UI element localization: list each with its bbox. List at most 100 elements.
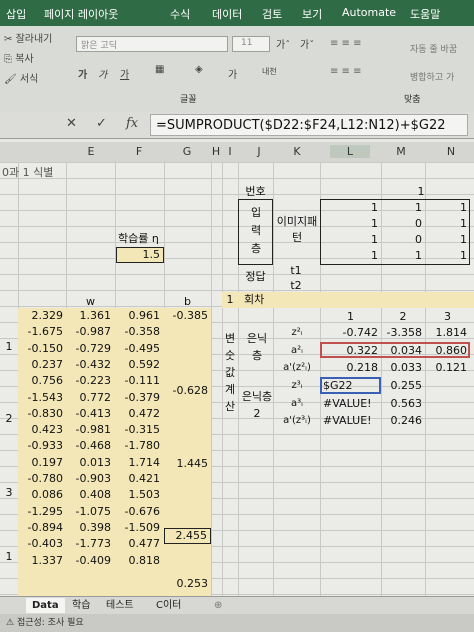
hidden2-value-cell[interactable]: 0.255 xyxy=(381,379,423,393)
w-cell[interactable]: -0.903 xyxy=(66,472,111,486)
tab-help[interactable]: 도움말 xyxy=(410,6,440,22)
b-cell-selected[interactable]: 2.455 xyxy=(164,528,211,544)
tab-formulas[interactable]: 수식 xyxy=(170,6,190,22)
hidden-value-cell[interactable]: -0.742 xyxy=(320,326,378,340)
image-pixel-cell[interactable]: 0 xyxy=(381,233,422,247)
accessibility-status[interactable]: 접근성: 조사 필요 xyxy=(17,618,84,628)
font-color-icon[interactable]: 가 xyxy=(228,66,237,81)
enter-icon[interactable]: ✓ xyxy=(96,116,107,131)
w-cell[interactable]: 0.477 xyxy=(115,537,161,551)
fill-color-icon[interactable]: ◈ xyxy=(195,64,203,75)
w-cell[interactable]: -0.987 xyxy=(66,325,111,339)
w-cell[interactable]: -0.933 xyxy=(18,439,63,453)
col-header-f[interactable]: F xyxy=(128,145,150,158)
w-cell[interactable]: 1.337 xyxy=(18,554,64,568)
tab-insert[interactable]: 삽입 xyxy=(6,6,26,22)
w-cell[interactable]: -0.981 xyxy=(66,423,111,437)
merge-center-button[interactable]: 병합하고 가 xyxy=(410,70,454,83)
tab-data[interactable]: 데이터 xyxy=(212,6,242,22)
image-pixel-cell[interactable]: 1 xyxy=(425,217,467,231)
hidden2-value-cell[interactable]: 0.563 xyxy=(381,397,423,411)
w-cell[interactable]: -1.509 xyxy=(115,521,160,535)
w-cell[interactable]: -0.223 xyxy=(66,374,111,388)
formula-input[interactable]: =SUMPRODUCT($D22:$F24,L12:N12)+$G22 xyxy=(150,114,468,136)
w-cell[interactable]: 0.818 xyxy=(115,554,161,568)
w-cell[interactable]: 0.772 xyxy=(66,391,112,405)
font-size-select[interactable]: 11 xyxy=(232,36,270,52)
col-header-h[interactable]: H xyxy=(209,145,223,158)
sheet-tab-test[interactable]: 테스트 xyxy=(100,598,140,613)
w-cell[interactable]: 0.408 xyxy=(66,488,112,502)
w-cell[interactable]: 0.013 xyxy=(66,456,112,470)
sheet-tab-learn[interactable]: 학습 xyxy=(66,598,96,613)
cut-button[interactable]: ✂ 잘라내기 xyxy=(4,30,52,45)
tab-view[interactable]: 보기 xyxy=(302,6,322,22)
image-pixel-cell[interactable]: 0 xyxy=(381,217,422,231)
w-cell[interactable]: -0.729 xyxy=(66,342,111,356)
tab-page-layout[interactable]: 페이지 레이아웃 xyxy=(44,6,118,22)
w-cell[interactable]: 0.398 xyxy=(66,521,112,535)
w-cell[interactable]: -0.676 xyxy=(115,505,160,519)
align-center-icon[interactable]: ≡ ≡ ≡ xyxy=(330,66,362,77)
col-header-n[interactable]: N xyxy=(440,145,462,158)
align-top-icon[interactable]: ≡ ≡ ≡ xyxy=(330,38,362,49)
hidden-value-cell[interactable]: 0.322 xyxy=(320,344,379,358)
w-cell[interactable]: -0.894 xyxy=(18,521,63,535)
w-cell[interactable]: -1.295 xyxy=(18,505,63,519)
w-cell[interactable]: 0.197 xyxy=(18,456,64,470)
w-cell[interactable]: -0.315 xyxy=(115,423,160,437)
hidden2-value-cell[interactable]: #VALUE! xyxy=(323,397,381,411)
border-icon[interactable]: ▦ xyxy=(155,64,164,75)
w-cell[interactable]: 2.329 xyxy=(18,309,64,323)
b-cell[interactable]: -0.628 xyxy=(164,384,208,398)
image-pixel-cell[interactable]: 1 xyxy=(320,201,378,215)
number-value[interactable]: 1 xyxy=(381,185,461,199)
w-cell[interactable]: -0.830 xyxy=(18,407,63,421)
w-cell[interactable]: -0.150 xyxy=(18,342,63,356)
hidden-value-cell[interactable]: 0.033 xyxy=(381,361,423,375)
image-pixel-cell[interactable]: 1 xyxy=(425,201,467,215)
image-pixel-cell[interactable]: 1 xyxy=(381,201,422,215)
image-pixel-cell[interactable]: 1 xyxy=(320,217,378,231)
w-cell[interactable]: -0.780 xyxy=(18,472,63,486)
b-cell[interactable]: 1.445 xyxy=(164,457,209,471)
hidden-value-cell[interactable]: 0.121 xyxy=(425,361,468,375)
col-header-l[interactable]: L xyxy=(330,145,370,158)
col-header-m[interactable]: M xyxy=(390,145,412,158)
w-cell[interactable]: -0.495 xyxy=(115,342,160,356)
col-header-i[interactable]: I xyxy=(223,145,237,158)
w-cell[interactable]: -1.075 xyxy=(66,505,111,519)
format-painter-button[interactable]: 🖌 서식 xyxy=(4,70,38,85)
w-cell[interactable]: -0.409 xyxy=(66,554,111,568)
image-pixel-cell[interactable]: 1 xyxy=(425,233,467,247)
hidden-value-cell[interactable]: 0.218 xyxy=(320,361,379,375)
tab-review[interactable]: 검토 xyxy=(262,6,282,22)
cancel-icon[interactable]: ✕ xyxy=(66,116,77,131)
b-cell[interactable]: -0.385 xyxy=(164,309,208,323)
hidden-value-cell[interactable]: -3.358 xyxy=(381,326,422,340)
w-cell[interactable]: -1.773 xyxy=(66,537,111,551)
sheet-tab-cdata[interactable]: C이터 xyxy=(150,598,187,613)
tab-automate[interactable]: Automate xyxy=(342,6,396,19)
w-cell[interactable]: -0.468 xyxy=(66,439,111,453)
w-cell[interactable]: 0.423 xyxy=(18,423,64,437)
w-cell[interactable]: 1.503 xyxy=(115,488,161,502)
font-name-select[interactable]: 맑은 고딕 xyxy=(76,36,228,52)
hidden-value-cell[interactable]: 1.814 xyxy=(425,326,468,340)
insert-function-icon[interactable]: fx xyxy=(126,116,138,131)
hidden2-value-cell[interactable]: #VALUE! xyxy=(323,414,381,428)
col-header-e[interactable]: E xyxy=(80,145,102,158)
phonetic-icon[interactable]: 내천 xyxy=(262,66,277,77)
image-pixel-cell[interactable]: 1 xyxy=(381,249,422,263)
w-cell[interactable]: 0.086 xyxy=(18,488,64,502)
add-sheet-icon[interactable]: ⊕ xyxy=(208,598,228,613)
w-cell[interactable]: -0.379 xyxy=(115,391,160,405)
w-cell[interactable]: -1.675 xyxy=(18,325,63,339)
underline-icon[interactable]: 가 xyxy=(120,66,129,81)
w-cell[interactable]: -0.432 xyxy=(66,358,111,372)
w-cell[interactable]: 0.421 xyxy=(115,472,161,486)
w-cell[interactable]: 0.237 xyxy=(18,358,64,372)
hidden-value-cell[interactable]: 0.860 xyxy=(425,344,468,358)
bold-icon[interactable]: 가 xyxy=(78,66,87,81)
col-header-j[interactable]: J xyxy=(248,145,270,158)
